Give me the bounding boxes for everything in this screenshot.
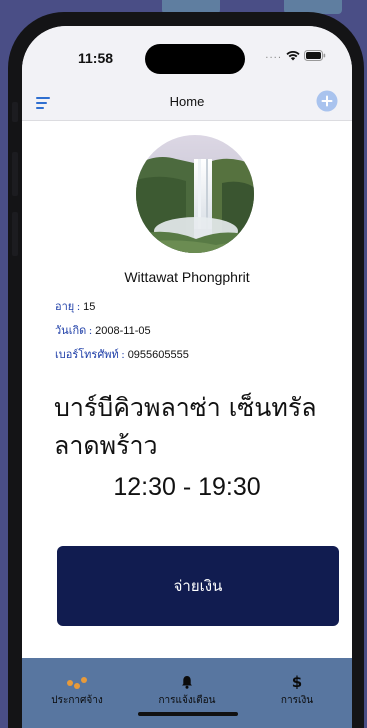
tab-notifications-label: การแจ้งเตือน xyxy=(158,695,216,706)
battery-icon xyxy=(304,50,326,61)
profile-name: Wittawat Phongphrit xyxy=(124,269,250,285)
tab-job-posts-label: ประกาศจ้าง xyxy=(51,695,103,706)
birthdate-label: วันเกิด : xyxy=(55,325,93,337)
phone-label: เบอร์โทรศัพท์ : xyxy=(55,349,125,361)
volume-down-button xyxy=(12,212,18,256)
volume-up-button xyxy=(12,152,18,196)
app-screen: 11:58 .... Home Wittawat Phongphrit อายุ… xyxy=(22,26,352,728)
svg-text:$: $ xyxy=(292,673,302,689)
tab-finance[interactable]: $ การเงิน xyxy=(242,658,352,708)
navigation-bar: Home xyxy=(22,86,352,121)
status-bar: 11:58 .... xyxy=(22,26,352,86)
dollar-icon: $ xyxy=(291,673,303,689)
home-indicator[interactable] xyxy=(138,712,238,716)
mute-switch xyxy=(12,102,18,122)
status-time: 11:58 xyxy=(78,50,114,66)
signal-dots: .... xyxy=(265,50,282,61)
age-row: อายุ : 15 xyxy=(55,297,95,315)
phone-value: 0955605555 xyxy=(127,349,189,361)
age-label: อายุ : xyxy=(55,301,81,313)
birthdate-row: วันเกิด : 2008-11-05 xyxy=(55,321,151,339)
wifi-icon xyxy=(286,50,300,61)
age-value: 15 xyxy=(83,301,96,313)
birthdate-value: 2008-11-05 xyxy=(95,325,151,337)
tab-notifications[interactable]: การแจ้งเตือน xyxy=(132,658,242,708)
dynamic-island xyxy=(145,44,245,74)
pay-button[interactable]: จ่ายเงิน xyxy=(57,546,339,626)
shift-time: 12:30 - 19:30 xyxy=(113,473,261,501)
add-circle-icon[interactable] xyxy=(316,90,338,112)
tab-finance-label: การเงิน xyxy=(280,695,314,706)
bell-icon xyxy=(181,673,193,689)
main-content: Wittawat Phongphrit อายุ : 15 วันเกิด : … xyxy=(22,121,352,658)
venue-name: บาร์บีคิวพลาซ่า เซ็นทรัล ลาดพร้าว xyxy=(54,393,317,460)
status-icons: .... xyxy=(265,50,326,61)
page-title: Home xyxy=(169,94,205,109)
waterfall-photo xyxy=(136,135,254,253)
tab-bar: ประกาศจ้าง การแจ้งเตือน $ การเงิน xyxy=(22,658,352,728)
dots-icon xyxy=(66,673,88,689)
tab-job-posts[interactable]: ประกาศจ้าง xyxy=(22,658,132,708)
phone-row: เบอร์โทรศัพท์ : 0955605555 xyxy=(55,345,189,363)
avatar xyxy=(136,135,254,253)
